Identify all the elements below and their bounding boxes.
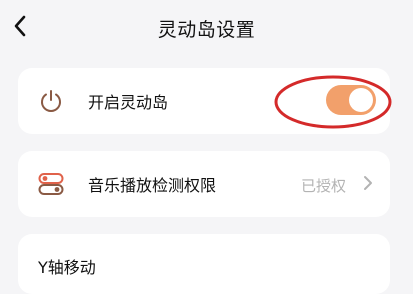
chevron-right-icon (364, 176, 372, 190)
enable-island-row: 开启灵动岛 (18, 68, 390, 134)
permission-status: 已授权 (300, 177, 346, 195)
enable-island-toggle[interactable] (326, 85, 376, 115)
power-icon (41, 90, 61, 112)
header: 灵动岛设置 (0, 0, 413, 56)
toggle-switches-icon (38, 173, 64, 195)
page-title: 灵动岛设置 (157, 19, 256, 41)
toggle-knob (349, 88, 373, 112)
y-axis-card: Y轴移动 (18, 234, 390, 294)
y-axis-label: Y轴移动 (38, 258, 96, 277)
music-permission-row[interactable]: 音乐播放检测权限 已授权 (18, 151, 390, 217)
enable-island-label: 开启灵动岛 (88, 93, 169, 112)
music-permission-label: 音乐播放检测权限 (88, 176, 217, 195)
